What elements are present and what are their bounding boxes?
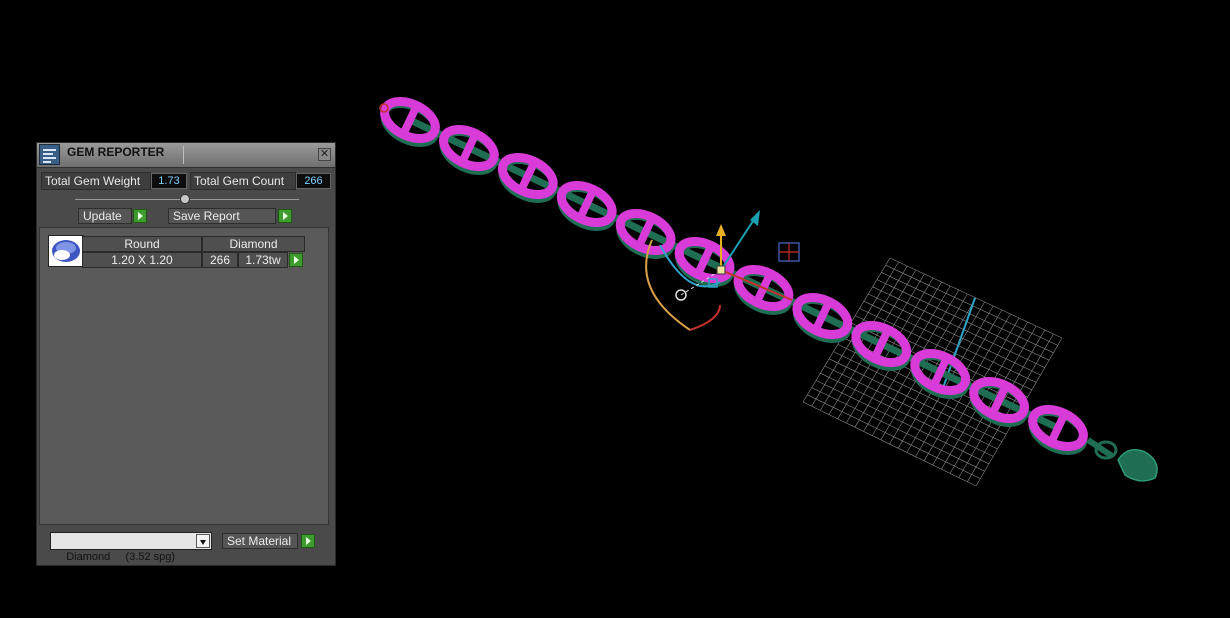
chain-link[interactable] bbox=[377, 94, 444, 152]
gem-count-cell: 266 bbox=[202, 252, 238, 268]
update-go-icon[interactable] bbox=[133, 209, 147, 223]
panel-title: GEM REPORTER bbox=[67, 145, 165, 159]
chain-link[interactable] bbox=[436, 122, 503, 180]
select-gems-go-icon[interactable] bbox=[289, 253, 303, 267]
save-report-go-icon[interactable] bbox=[278, 209, 292, 223]
chain-link[interactable] bbox=[612, 206, 679, 264]
chevron-down-icon[interactable] bbox=[196, 534, 210, 548]
gem-size-cell: 1.20 X 1.20 bbox=[82, 252, 202, 268]
update-button[interactable]: Update bbox=[78, 208, 132, 224]
gem-material-cell: Diamond bbox=[202, 236, 305, 252]
chain-link[interactable] bbox=[1025, 402, 1092, 460]
chain-link[interactable] bbox=[730, 262, 797, 320]
view-grid-icon bbox=[778, 242, 800, 262]
round-gem-icon[interactable] bbox=[48, 235, 84, 267]
material-select-value: Diamond (3.52 spg) bbox=[66, 551, 176, 563]
chain-link[interactable] bbox=[494, 150, 561, 208]
gem-list: Round Diamond 1.20 X 1.20 266 1.73tw bbox=[39, 227, 329, 525]
total-gem-count-label: Total Gem Count bbox=[190, 172, 296, 190]
gem-weight-cell: 1.73tw bbox=[238, 252, 288, 268]
set-material-go-icon[interactable] bbox=[301, 534, 315, 548]
set-material-button[interactable]: Set Material bbox=[222, 533, 298, 549]
material-select[interactable]: Diamond (3.52 spg) bbox=[50, 532, 212, 563]
chain-link[interactable] bbox=[966, 374, 1033, 432]
total-gem-weight-label: Total Gem Weight bbox=[41, 172, 151, 190]
lobster-clasp[interactable] bbox=[1086, 437, 1158, 482]
chain-link[interactable] bbox=[553, 178, 620, 236]
chain-model[interactable] bbox=[377, 94, 1092, 460]
title-divider bbox=[183, 146, 184, 164]
chain-link[interactable] bbox=[671, 234, 738, 292]
total-gem-weight-value: 1.73 bbox=[151, 173, 187, 189]
gem-reporter-panel: GEM REPORTER ✕ Total Gem Weight 1.73 Tot… bbox=[36, 142, 336, 566]
panel-titlebar[interactable]: GEM REPORTER ✕ bbox=[37, 143, 335, 168]
gem-shape-cell: Round bbox=[82, 236, 202, 252]
close-icon[interactable]: ✕ bbox=[318, 148, 331, 161]
panel-slider-thumb[interactable] bbox=[180, 194, 190, 204]
total-gem-count-value: 266 bbox=[296, 173, 331, 189]
save-report-button[interactable]: Save Report bbox=[168, 208, 276, 224]
gem-reporter-icon bbox=[39, 144, 60, 165]
